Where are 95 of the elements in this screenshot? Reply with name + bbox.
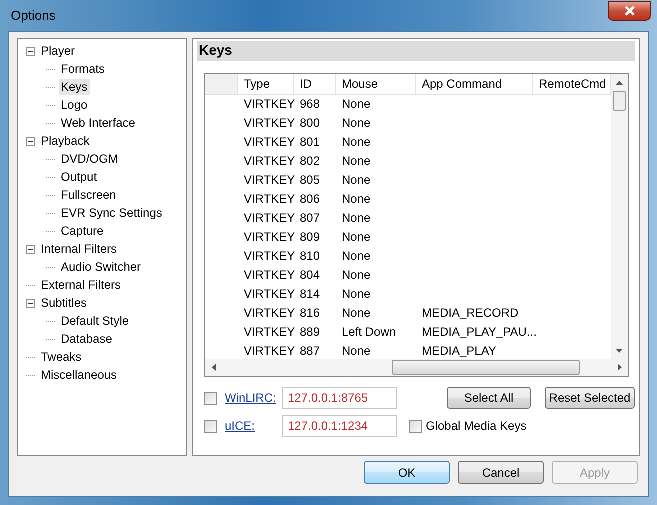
table-cell-text: None bbox=[341, 229, 372, 246]
checkbox[interactable] bbox=[204, 420, 217, 432]
dialog-button[interactable]: Cancel bbox=[458, 461, 544, 484]
table-cell-text: None bbox=[341, 286, 372, 303]
table-cell-text: 887 bbox=[299, 343, 322, 359]
scroll-thumb[interactable] bbox=[392, 360, 580, 375]
table-cell-text: 805 bbox=[299, 172, 322, 189]
tree-item[interactable]: Subtitles bbox=[39, 295, 90, 311]
tree-item[interactable]: Miscellaneous bbox=[39, 367, 120, 383]
collapse-icon[interactable] bbox=[26, 298, 35, 308]
table-cell-text: None bbox=[341, 343, 372, 359]
collapse-icon[interactable] bbox=[26, 136, 35, 146]
collapse-icon[interactable] bbox=[26, 244, 35, 254]
remote-link[interactable]: WinLIRC: bbox=[225, 391, 282, 405]
reset-selected-button[interactable]: Reset Selected bbox=[545, 387, 635, 409]
table-cell-text: None bbox=[341, 115, 372, 132]
table-cell-text: 807 bbox=[299, 210, 322, 227]
table-cell-text: 802 bbox=[299, 153, 322, 170]
scroll-left-icon[interactable] bbox=[212, 364, 216, 371]
tree-item[interactable]: Logo bbox=[59, 97, 90, 113]
table-cell-text: VIRTKEY bbox=[243, 324, 294, 341]
checkbox[interactable] bbox=[409, 420, 422, 432]
window-title: Options bbox=[11, 8, 56, 23]
table-cell-text: MEDIA_PLAY bbox=[421, 343, 498, 359]
table-cell-text: VIRTKEY bbox=[243, 229, 294, 246]
address-field[interactable]: 127.0.0.1:8765 bbox=[282, 387, 397, 409]
collapse-icon[interactable] bbox=[26, 46, 35, 56]
checkbox-label: Global Media Keys bbox=[426, 419, 527, 433]
select-all-button[interactable]: Select All bbox=[447, 387, 531, 409]
column-header[interactable]: ID bbox=[294, 74, 336, 94]
tree-item[interactable]: Fullscreen bbox=[59, 187, 118, 203]
remote-link[interactable]: uICE: bbox=[225, 419, 282, 433]
table-cell-text: VIRTKEY bbox=[243, 153, 294, 170]
table-cell-text: VIRTKEY bbox=[243, 267, 294, 284]
table-cell-text: None bbox=[341, 153, 372, 170]
table-cell-text: None bbox=[341, 172, 372, 189]
table-cell-text: VIRTKEY bbox=[243, 248, 294, 265]
tree-item[interactable]: Keys bbox=[59, 79, 90, 95]
tree-item[interactable]: DVD/OGM bbox=[59, 151, 120, 167]
tree-item[interactable]: Tweaks bbox=[39, 349, 84, 365]
tree-item[interactable]: Web Interface bbox=[59, 115, 138, 131]
close-button[interactable] bbox=[608, 0, 651, 20]
column-header[interactable]: Type bbox=[238, 74, 294, 94]
scroll-down-icon[interactable] bbox=[616, 348, 623, 352]
table-cell-text: 814 bbox=[299, 286, 322, 303]
table-cell-text: None bbox=[341, 96, 372, 113]
column-header[interactable]: App Command bbox=[416, 74, 533, 94]
table-cell-text: MEDIA_RECORD bbox=[421, 305, 520, 322]
table-cell-text: VIRTKEY bbox=[243, 286, 294, 303]
table-cell-text: VIRTKEY bbox=[243, 96, 294, 113]
table-cell-text: 968 bbox=[299, 96, 322, 113]
scroll-right-icon[interactable] bbox=[618, 364, 622, 371]
tree-item[interactable]: External Filters bbox=[39, 277, 124, 293]
table-cell-text: 800 bbox=[299, 115, 322, 132]
vertical-scrollbar[interactable] bbox=[611, 74, 628, 359]
address-field[interactable]: 127.0.0.1:1234 bbox=[282, 415, 397, 437]
table-cell-text: None bbox=[341, 267, 372, 284]
horizontal-scrollbar[interactable] bbox=[205, 359, 628, 376]
table-cell-text: 801 bbox=[299, 134, 322, 151]
tree-item[interactable]: Playback bbox=[39, 133, 92, 149]
tree-item[interactable]: Output bbox=[59, 169, 100, 185]
table-cell-text: None bbox=[341, 305, 372, 322]
tree-item[interactable]: Audio Switcher bbox=[59, 259, 144, 275]
table-cell-text: 810 bbox=[299, 248, 322, 265]
table-cell-text: 889 bbox=[299, 324, 322, 341]
dialog-button[interactable]: OK bbox=[364, 461, 450, 484]
page-title: Keys bbox=[197, 41, 635, 61]
tree-item[interactable]: Formats bbox=[59, 61, 108, 77]
table-cell-text: 816 bbox=[299, 305, 322, 322]
scroll-up-icon[interactable] bbox=[616, 80, 623, 84]
table-cell-text: VIRTKEY bbox=[243, 305, 294, 322]
table-cell-text: 804 bbox=[299, 267, 322, 284]
table-cell-text: 806 bbox=[299, 191, 322, 208]
tree-item[interactable]: Database bbox=[59, 331, 114, 347]
table-cell-text: VIRTKEY bbox=[243, 172, 294, 189]
table-cell-text: None bbox=[341, 248, 372, 265]
tree-item[interactable]: Capture bbox=[59, 223, 106, 239]
checkbox[interactable] bbox=[204, 392, 217, 404]
table-cell-text: VIRTKEY bbox=[243, 210, 294, 227]
column-header[interactable]: Mouse bbox=[336, 74, 416, 94]
table-cell-text: None bbox=[341, 191, 372, 208]
table-cell-text: VIRTKEY bbox=[243, 115, 294, 132]
tree-item[interactable]: Player bbox=[39, 43, 78, 59]
table-cell-text: None bbox=[341, 134, 372, 151]
table-cell-text: VIRTKEY bbox=[243, 343, 294, 359]
table-cell-text: VIRTKEY bbox=[243, 191, 294, 208]
tree-item[interactable]: Internal Filters bbox=[39, 241, 120, 257]
table-cell-text: None bbox=[341, 210, 372, 227]
scroll-thumb[interactable] bbox=[613, 91, 626, 111]
tree-item[interactable]: Default Style bbox=[59, 313, 132, 329]
table-cell-text: VIRTKEY bbox=[243, 134, 294, 151]
table-cell-text: 809 bbox=[299, 229, 322, 246]
close-icon bbox=[624, 6, 636, 16]
tree-item[interactable]: EVR Sync Settings bbox=[59, 205, 164, 221]
table-cell-text: Left Down bbox=[341, 324, 398, 341]
